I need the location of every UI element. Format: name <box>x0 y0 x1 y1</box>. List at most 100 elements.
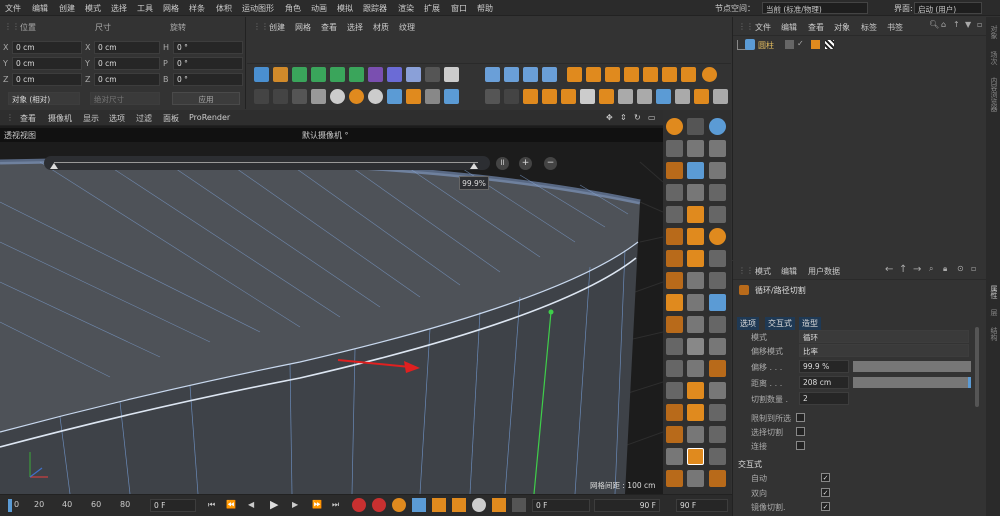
menu-extensions[interactable]: 扩展 <box>424 3 440 14</box>
project-icon[interactable] <box>666 382 683 399</box>
workplane-icon[interactable] <box>387 89 402 104</box>
up-arrow-icon[interactable]: ↑ <box>899 264 907 275</box>
cloner-icon[interactable] <box>349 67 364 82</box>
node-space-select[interactable]: 当前 (标准/物理) <box>762 2 868 14</box>
auto-checkbox[interactable]: ✓ <box>821 473 830 482</box>
align-icon[interactable] <box>687 294 704 311</box>
scrollbar[interactable] <box>975 327 979 407</box>
key-pla-icon[interactable] <box>492 498 506 512</box>
size-x-field[interactable]: 0 cm <box>94 41 160 54</box>
prop-mode-select[interactable]: 循环 <box>799 330 969 343</box>
bidirectional-checkbox[interactable]: ✓ <box>821 488 830 497</box>
select-cuts-checkbox[interactable] <box>796 427 805 436</box>
view-left-icon[interactable] <box>605 67 620 82</box>
globe-icon[interactable] <box>709 118 726 135</box>
pos-y-field[interactable]: 0 cm <box>12 57 82 70</box>
pen-icon[interactable] <box>273 67 288 82</box>
play-icon[interactable]: ▶ <box>270 498 278 511</box>
prop-offset-field[interactable]: 99.9 % <box>799 360 849 373</box>
field-icon[interactable] <box>387 67 402 82</box>
nuke-icon[interactable] <box>709 228 726 245</box>
obj-menu-edit[interactable]: 编辑 <box>781 22 797 33</box>
timer-icon[interactable] <box>666 448 683 465</box>
up-arrow-icon[interactable]: ↑ <box>953 20 960 29</box>
floor-icon[interactable] <box>406 67 421 82</box>
key-icon[interactable] <box>709 470 726 487</box>
menu-create[interactable]: 创建 <box>59 3 75 14</box>
camera-label[interactable]: 默认摄像机 ° <box>302 130 349 141</box>
forward-arrow-icon[interactable]: → <box>913 264 921 275</box>
menu-animate[interactable]: 动画 <box>311 3 327 14</box>
new-window-icon[interactable]: ▫ <box>971 264 976 273</box>
size-mode-select[interactable]: 绝对尺寸 <box>90 92 160 105</box>
connect-checkbox[interactable] <box>796 441 805 450</box>
sculpt-icon[interactable] <box>709 382 726 399</box>
tab-options[interactable]: 选项 <box>737 317 759 330</box>
bridge-icon[interactable] <box>709 140 726 157</box>
viewport[interactable]: ⋮ 查看 摄像机 显示 选项 过滤 面板 ProRender ✥ ⇕ ↻ ▭ 透… <box>0 110 663 494</box>
tab-content-browser[interactable]: 内容浏览器 <box>989 77 999 112</box>
subdivide-icon[interactable] <box>709 316 726 333</box>
bevel-icon[interactable] <box>687 140 704 157</box>
center-icon[interactable] <box>666 272 683 289</box>
menu-character[interactable]: 角色 <box>285 3 301 14</box>
menu-mograph[interactable]: 运动图形 <box>242 3 274 14</box>
menu-spline[interactable]: 样条 <box>189 3 205 14</box>
xyz-icon[interactable] <box>709 338 726 355</box>
polygon-mode-icon[interactable] <box>694 89 709 104</box>
paint-icon[interactable] <box>687 382 704 399</box>
menu-mode[interactable]: 模式 <box>85 3 101 14</box>
view-right-icon[interactable] <box>624 67 639 82</box>
loop-cut-icon[interactable] <box>687 162 704 179</box>
lock-icon[interactable] <box>425 89 440 104</box>
key-select-icon[interactable] <box>392 498 406 512</box>
prev-key-icon[interactable]: ⏪ <box>226 500 236 509</box>
render-picture-viewer-icon[interactable] <box>273 89 288 104</box>
undo-icon[interactable] <box>485 89 500 104</box>
move-view-icon[interactable]: ✥ <box>606 113 613 122</box>
object-name[interactable]: 圆柱 <box>758 40 774 51</box>
vp-menu-display[interactable]: 显示 <box>83 113 99 124</box>
add-cut-icon[interactable]: + <box>519 157 532 170</box>
bone-icon[interactable] <box>687 426 704 443</box>
clone-icon[interactable] <box>709 250 726 267</box>
vp-menu-filter[interactable]: 过滤 <box>136 113 152 124</box>
prop-offset-mode-select[interactable]: 比率 <box>799 344 969 357</box>
melt-icon[interactable] <box>666 360 683 377</box>
pos-x-field[interactable]: 0 cm <box>12 41 82 54</box>
maximize-view-icon[interactable]: ▭ <box>648 113 656 122</box>
menu-render[interactable]: 渲染 <box>398 3 414 14</box>
record-icon[interactable] <box>352 498 366 512</box>
film-icon[interactable] <box>666 470 683 487</box>
constraint-icon[interactable] <box>709 448 726 465</box>
remove-cut-icon[interactable]: − <box>544 157 557 170</box>
cube-icon[interactable] <box>254 67 269 82</box>
prev-frame-icon[interactable]: ◀ <box>248 500 254 509</box>
axis-x-icon[interactable] <box>485 67 500 82</box>
tab-structure[interactable]: 结构 <box>989 327 999 341</box>
extrude-icon[interactable] <box>687 118 704 135</box>
visibility-icon[interactable] <box>785 40 794 49</box>
key-rotate-icon[interactable] <box>452 498 466 512</box>
obj-menu-bookmark[interactable]: 书签 <box>887 22 903 33</box>
deformer-icon[interactable] <box>368 67 383 82</box>
mirror-checkbox[interactable]: ✓ <box>821 502 830 511</box>
rot-h-field[interactable]: 0 ° <box>173 41 243 54</box>
collapse-icon[interactable] <box>666 426 683 443</box>
slider-start-handle[interactable] <box>50 163 58 169</box>
tab-shaping[interactable]: 造型 <box>799 317 821 330</box>
rot-p-field[interactable]: 0 ° <box>173 57 243 70</box>
brush-icon[interactable] <box>666 162 683 179</box>
material-tag-icon[interactable] <box>825 40 834 49</box>
generator-icon[interactable] <box>311 67 326 82</box>
point-mode-icon[interactable] <box>656 89 671 104</box>
split-icon[interactable] <box>687 228 704 245</box>
vp-menu-view[interactable]: 查看 <box>20 113 36 124</box>
rotate-view-icon[interactable]: ↻ <box>634 113 641 122</box>
light-icon[interactable] <box>444 67 459 82</box>
zoom-view-icon[interactable]: ⇕ <box>620 113 627 122</box>
current-frame-field[interactable]: 0 F <box>532 499 590 512</box>
rename-icon[interactable] <box>709 272 726 289</box>
magnet-icon[interactable] <box>687 206 704 223</box>
attr-menu-mode[interactable]: 模式 <box>755 266 771 277</box>
